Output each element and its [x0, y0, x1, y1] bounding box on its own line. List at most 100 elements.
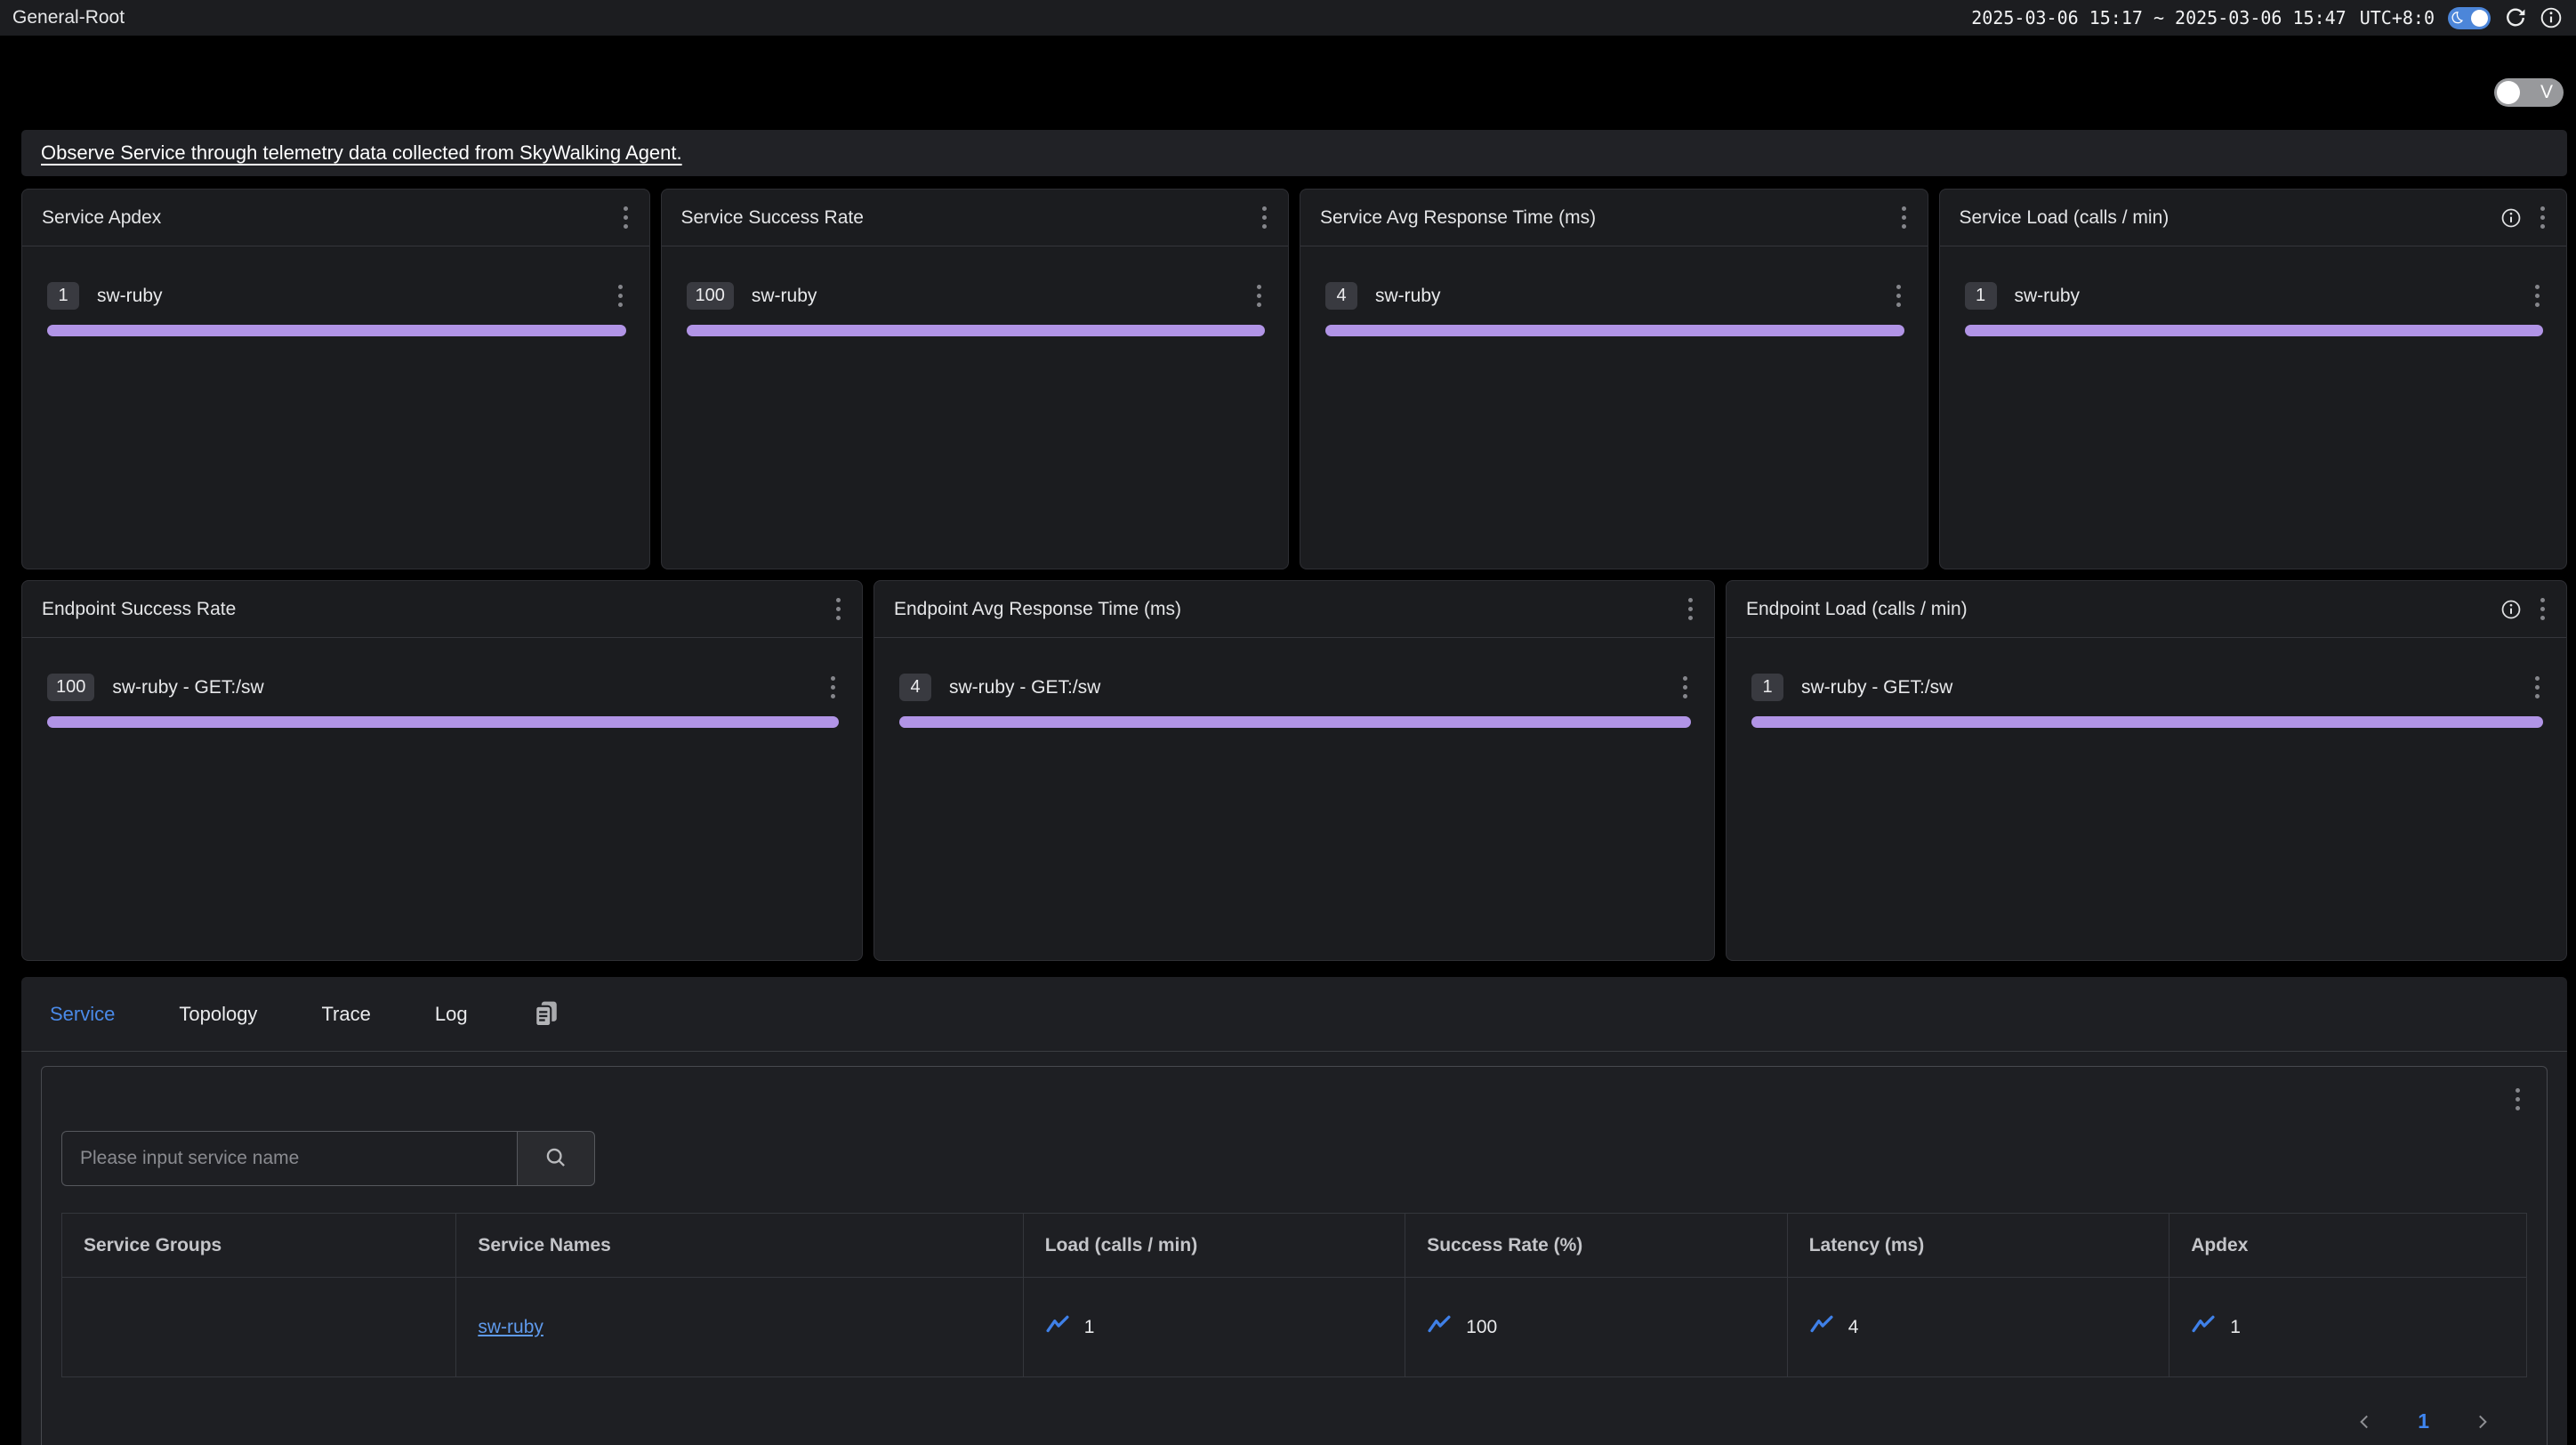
card-title: Endpoint Avg Response Time (ms)	[894, 599, 1181, 620]
line-chart-icon	[1045, 1314, 1070, 1341]
service-list-widget: Service Groups Service Names Load (calls…	[41, 1066, 2548, 1445]
card-service-load: Service Load (calls / min) 1 sw-rub	[1939, 189, 2568, 569]
version-toggle[interactable]: V	[2494, 78, 2564, 107]
kebab-menu-icon[interactable]	[829, 593, 848, 625]
metric-label: sw-ruby	[97, 286, 611, 307]
metric-value-badge: 1	[1751, 674, 1783, 701]
card-title: Service Apdex	[42, 207, 161, 229]
kebab-menu-icon[interactable]	[824, 672, 842, 703]
kebab-menu-icon[interactable]	[2508, 1084, 2527, 1115]
cell-apdex-value: 1	[2230, 1317, 2241, 1338]
kebab-menu-icon[interactable]	[616, 202, 635, 233]
metric-value-badge: 4	[899, 674, 931, 701]
metric-value-badge: 1	[1965, 282, 1997, 310]
kebab-menu-icon[interactable]	[611, 280, 630, 311]
kebab-menu-icon[interactable]	[2533, 202, 2552, 233]
current-page[interactable]: 1	[2418, 1409, 2429, 1433]
metric-bar	[1751, 716, 2543, 728]
card-service-avg-response-time: Service Avg Response Time (ms) 4 sw-ruby	[1300, 189, 1928, 569]
toggle-knob	[2471, 10, 2488, 27]
col-load: Load (calls / min)	[1023, 1214, 1405, 1278]
line-chart-icon	[1809, 1314, 1834, 1341]
tab-bar: Service Topology Trace Log	[21, 977, 2567, 1052]
metric-label: sw-ruby	[752, 286, 1250, 307]
info-icon[interactable]	[2501, 600, 2521, 619]
card-endpoint-success-rate: Endpoint Success Rate 100 sw-ruby - GET:…	[21, 580, 863, 961]
metric-label: sw-ruby - GET:/sw	[112, 677, 824, 698]
service-name-link[interactable]: sw-ruby	[478, 1317, 543, 1337]
metric-label: sw-ruby - GET:/sw	[949, 677, 1676, 698]
metric-bar	[1965, 325, 2544, 336]
kebab-menu-icon[interactable]	[1676, 672, 1695, 703]
dark-theme-toggle[interactable]	[2448, 7, 2491, 29]
table-header-row: Service Groups Service Names Load (calls…	[62, 1214, 2527, 1278]
kebab-menu-icon[interactable]	[1895, 202, 1913, 233]
kebab-menu-icon[interactable]	[1250, 280, 1268, 311]
col-apdex: Apdex	[2169, 1214, 2527, 1278]
col-service-names: Service Names	[456, 1214, 1023, 1278]
card-endpoint-load: Endpoint Load (calls / min) 1 sw-ru	[1726, 580, 2567, 961]
tab-log[interactable]: Log	[435, 1003, 468, 1026]
cell-service-group	[62, 1278, 456, 1377]
kebab-menu-icon[interactable]	[2528, 280, 2547, 311]
toggle-knob	[2497, 81, 2520, 104]
metric-value-badge: 4	[1325, 282, 1357, 310]
metric-bar	[899, 716, 1691, 728]
version-toggle-label: V	[2540, 82, 2553, 103]
tab-service[interactable]: Service	[50, 1003, 115, 1026]
card-title: Endpoint Load (calls / min)	[1746, 599, 1968, 620]
top-bar: General-Root 2025-03-06 15:17 ~ 2025-03-…	[0, 0, 2576, 36]
metric-label: sw-ruby - GET:/sw	[1801, 677, 2528, 698]
next-page-icon[interactable]	[2472, 1412, 2491, 1432]
service-cards-row: Service Apdex 1 sw-ruby Service Success …	[21, 189, 2567, 569]
kebab-menu-icon[interactable]	[1681, 593, 1700, 625]
topbar-controls: 2025-03-06 15:17 ~ 2025-03-06 15:47 UTC+…	[1971, 6, 2562, 29]
timezone-label: UTC+8:0	[2360, 7, 2435, 28]
card-title: Service Avg Response Time (ms)	[1320, 207, 1596, 229]
info-icon[interactable]	[2540, 7, 2562, 28]
card-title: Service Load (calls / min)	[1960, 207, 2169, 229]
metric-value-badge: 100	[687, 282, 734, 310]
tab-trace[interactable]: Trace	[321, 1003, 370, 1026]
moon-icon	[2451, 11, 2466, 26]
card-endpoint-avg-response-time: Endpoint Avg Response Time (ms) 4 sw-rub…	[873, 580, 1715, 961]
time-range-picker[interactable]: 2025-03-06 15:17 ~ 2025-03-06 15:47	[1971, 7, 2346, 28]
metric-bar	[687, 325, 1266, 336]
endpoint-cards-row: Endpoint Success Rate 100 sw-ruby - GET:…	[21, 580, 2567, 961]
previous-page-icon[interactable]	[2355, 1412, 2375, 1432]
secondary-bar: V	[0, 36, 2576, 130]
search-button[interactable]	[517, 1131, 595, 1186]
kebab-menu-icon[interactable]	[1255, 202, 1274, 233]
service-table: Service Groups Service Names Load (calls…	[61, 1213, 2527, 1377]
cell-load-value: 1	[1084, 1317, 1095, 1338]
search-icon	[544, 1146, 568, 1172]
col-success-rate: Success Rate (%)	[1405, 1214, 1788, 1278]
info-icon[interactable]	[2501, 208, 2521, 228]
tab-topology[interactable]: Topology	[179, 1003, 257, 1026]
dashboard-content: Observe Service through telemetry data c…	[0, 130, 2576, 1445]
metric-label: sw-ruby	[1375, 286, 1889, 307]
cell-success-rate-value: 100	[1466, 1317, 1497, 1338]
bottom-panel: Service Topology Trace Log	[21, 977, 2567, 1445]
col-service-groups: Service Groups	[62, 1214, 456, 1278]
kebab-menu-icon[interactable]	[1889, 280, 1908, 311]
refresh-icon[interactable]	[2504, 6, 2527, 29]
card-service-success-rate: Service Success Rate 100 sw-ruby	[661, 189, 1290, 569]
metric-value-badge: 100	[47, 674, 94, 701]
kebab-menu-icon[interactable]	[2533, 593, 2552, 625]
line-chart-icon	[1427, 1314, 1452, 1341]
metric-bar	[1325, 325, 1904, 336]
documents-icon[interactable]	[532, 999, 560, 1029]
metric-label: sw-ruby	[2015, 286, 2529, 307]
card-service-apdex: Service Apdex 1 sw-ruby	[21, 189, 650, 569]
metric-value-badge: 1	[47, 282, 79, 310]
line-chart-icon	[2191, 1314, 2216, 1341]
metric-bar	[47, 716, 839, 728]
table-row: sw-ruby 1	[62, 1278, 2527, 1377]
metric-bar	[47, 325, 626, 336]
kebab-menu-icon[interactable]	[2528, 672, 2547, 703]
card-title: Service Success Rate	[681, 207, 864, 229]
search-input[interactable]	[61, 1131, 517, 1186]
cell-latency-value: 4	[1848, 1317, 1859, 1338]
dashboard-title: General-Root	[12, 7, 125, 28]
